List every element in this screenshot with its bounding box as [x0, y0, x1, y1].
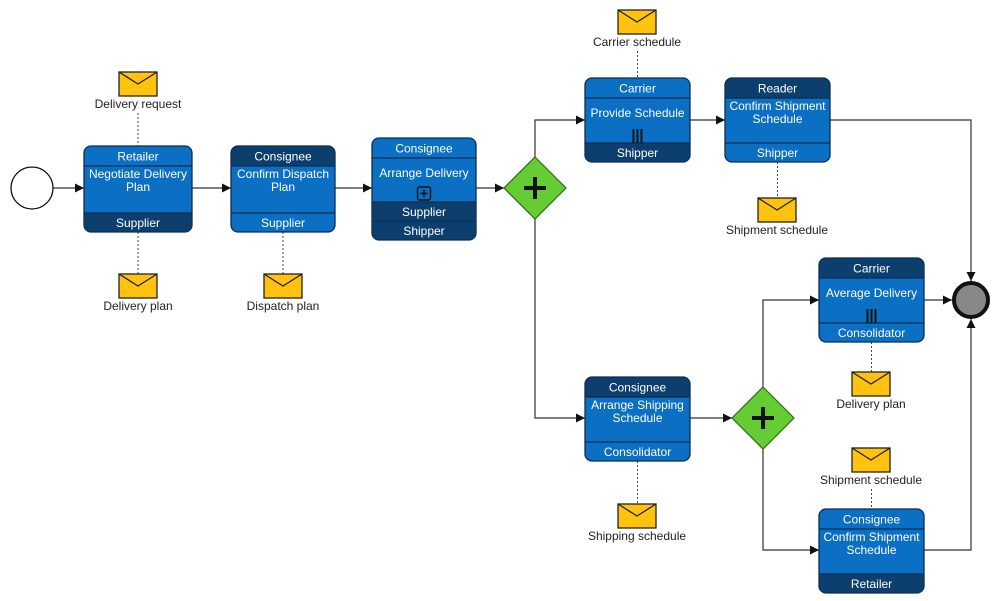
- initiating-participant-label: Retailer: [117, 150, 158, 164]
- envelope-icon: [851, 447, 891, 473]
- task-name: Schedule: [846, 543, 896, 557]
- message-label: Shipping schedule: [588, 529, 686, 543]
- task-name: Arrange Delivery: [379, 166, 468, 180]
- envelope-icon: [851, 371, 891, 397]
- participant-label: Consolidator: [604, 445, 671, 459]
- task-name: Arrange Shipping: [591, 398, 684, 412]
- sequence-flow[interactable]: [830, 119, 976, 281]
- end-event[interactable]: [952, 281, 990, 319]
- task-name: Confirm Shipment: [823, 530, 920, 544]
- participant-label: Shipper: [403, 224, 444, 238]
- task-name: Negotiate Delivery: [89, 167, 187, 181]
- task-name: Confirm Dispatch: [237, 167, 329, 181]
- initiating-participant-label: Consignee: [843, 513, 901, 527]
- message[interactable]: Shipment schedule: [726, 197, 828, 237]
- task-name: Schedule: [612, 411, 662, 425]
- task-name: Confirm Shipment: [729, 99, 826, 113]
- choreography-task[interactable]: Consolidator Consignee Arrange ShippingSch…: [584, 376, 691, 462]
- sequence-flow[interactable]: [762, 295, 819, 387]
- task-name: Plan: [271, 180, 295, 194]
- message-label: Shipment schedule: [726, 223, 828, 237]
- parallel-multi-instance-icon: [632, 129, 643, 143]
- sequence-flow[interactable]: [534, 219, 585, 423]
- choreography-task[interactable]: Shipper Carrier Provide Schedule: [584, 77, 691, 163]
- initiating-participant-label: Reader: [758, 82, 797, 96]
- message[interactable]: Carrier schedule: [593, 9, 681, 49]
- choreography-task[interactable]: Supplier Consignee Confirm DispatchPlan: [230, 145, 336, 233]
- participant-label: Supplier: [402, 205, 446, 219]
- envelope-icon: [263, 273, 303, 299]
- participant-label: Shipper: [757, 146, 798, 160]
- envelope-icon: [617, 9, 657, 35]
- message[interactable]: Delivery plan: [103, 273, 173, 313]
- task-name: Plan: [126, 180, 150, 194]
- message-label: Dispatch plan: [247, 299, 320, 313]
- choreography-task[interactable]: Consolidator Carrier Average Delivery: [818, 257, 925, 343]
- task-name: Average Delivery: [826, 286, 917, 300]
- message[interactable]: Dispatch plan: [247, 273, 320, 313]
- participant-label: Supplier: [261, 216, 305, 230]
- parallel-gateway[interactable]: [731, 386, 795, 450]
- message[interactable]: Shipment schedule: [820, 447, 922, 487]
- task-name: Provide Schedule: [590, 106, 684, 120]
- sequence-flow[interactable]: [924, 319, 976, 551]
- message[interactable]: Shipping schedule: [588, 503, 686, 543]
- participant-label: Retailer: [851, 577, 892, 591]
- choreography-task[interactable]: Shipper Reader Confirm ShipmentSchedule: [724, 77, 831, 163]
- message-label: Carrier schedule: [593, 35, 681, 49]
- message-label: Shipment schedule: [820, 473, 922, 487]
- envelope-icon: [617, 503, 657, 529]
- sequence-flow[interactable]: [534, 115, 585, 157]
- initiating-participant-label: Carrier: [853, 262, 890, 276]
- message-label: Delivery plan: [103, 299, 172, 313]
- initiating-participant-label: Consignee: [395, 142, 453, 156]
- message[interactable]: Delivery request: [95, 71, 182, 111]
- choreography-task[interactable]: Supplier Retailer Negotiate DeliveryPlan: [83, 145, 193, 233]
- message-label: Delivery request: [95, 97, 182, 111]
- envelope-icon: [118, 273, 158, 299]
- start-event[interactable]: [10, 166, 54, 210]
- parallel-gateway[interactable]: [503, 156, 567, 220]
- message-label: Delivery plan: [836, 397, 905, 411]
- initiating-participant-label: Consignee: [609, 381, 667, 395]
- task-name: Schedule: [752, 112, 802, 126]
- initiating-participant-label: Carrier: [619, 82, 656, 96]
- sequence-flow[interactable]: [762, 449, 819, 555]
- message[interactable]: Delivery plan: [836, 371, 906, 411]
- choreography-task[interactable]: Supplier Shipper Consignee Arrange Delivery: [371, 137, 477, 241]
- envelope-icon: [118, 71, 158, 97]
- participant-label: Supplier: [116, 216, 160, 230]
- participant-label: Shipper: [617, 146, 658, 160]
- initiating-participant-label: Consignee: [254, 150, 312, 164]
- participant-label: Consolidator: [838, 326, 905, 340]
- envelope-icon: [757, 197, 797, 223]
- choreography-task[interactable]: Retailer Consignee Confirm ShipmentSchedul…: [818, 508, 925, 594]
- parallel-multi-instance-icon: [866, 309, 877, 323]
- choreography-diagram: SupplierRetailerNegotiate DeliveryPlanSu…: [10, 9, 990, 594]
